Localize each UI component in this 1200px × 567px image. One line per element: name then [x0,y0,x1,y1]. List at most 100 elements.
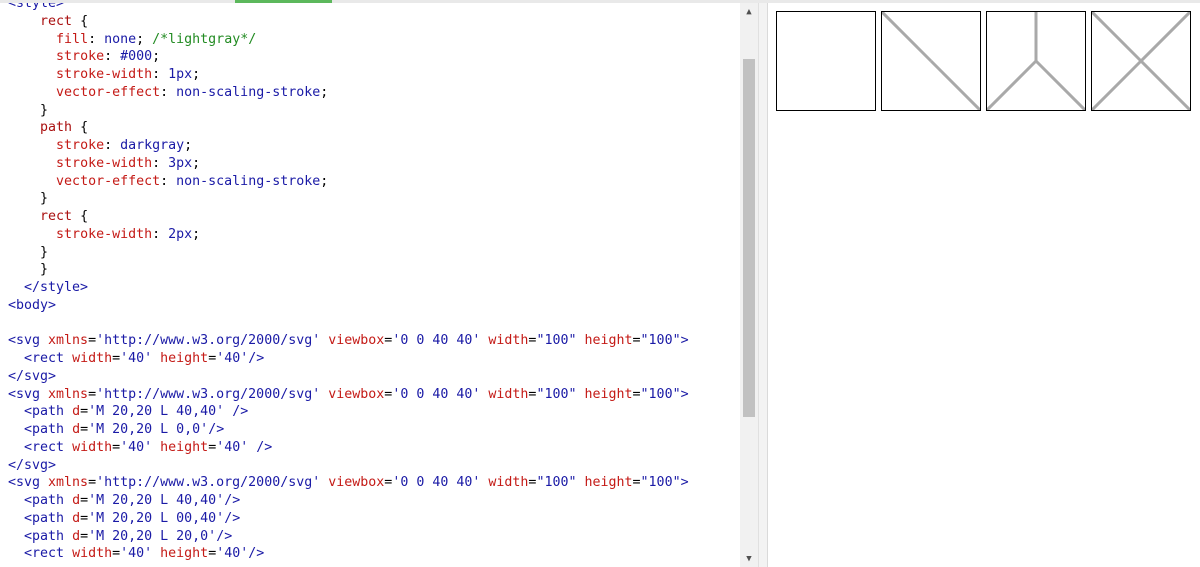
code-token: "100" [536,475,577,491]
code-token: stroke [56,138,105,153]
code-token: height [160,351,209,366]
code-token: width [488,386,529,402]
code-token: </style> [24,280,89,295]
code-token: ; [152,49,161,65]
code-token: d [72,510,81,526]
code-token: /> [248,546,265,562]
code-token: stroke-width [56,155,153,171]
code-token: stroke-width [56,226,153,242]
code-token: <svg [8,333,49,349]
code-line: stroke-width: 3px; [8,155,689,173]
code-token: "100" [640,386,681,402]
code-token: </svg> [8,457,57,473]
code-token: = [80,493,89,508]
preview-svg-4 [1091,11,1191,111]
code-token: 'M 20,20 L 0,0' [88,422,209,437]
code-line: path { [8,119,689,137]
code-line: stroke: darkgray; [8,137,689,155]
code-token: fill [56,31,89,47]
code-token: = [80,510,89,526]
scroll-down-arrow-icon[interactable]: ▼ [740,550,758,567]
code-token: width [488,333,529,349]
preview-path [1091,11,1141,61]
code-token: height [584,333,633,349]
editor-scrollbar[interactable]: ▲ ▼ [740,3,758,567]
code-token: d [72,422,81,437]
scroll-up-arrow-icon[interactable]: ▲ [740,3,758,20]
code-token: : [160,173,177,189]
preview-path [1036,61,1086,111]
code-token: '40' [216,351,249,366]
code-token: xmlns [48,475,89,491]
preview-svg-2 [881,11,981,111]
code-line: <svg xmlns='http://www.w3.org/2000/svg' … [8,474,689,492]
code-token: = [80,422,89,437]
code-token: </svg> [8,368,57,384]
code-token: "100" [640,475,681,491]
code-token: = [632,386,641,402]
code-token: height [160,546,209,562]
code-line: <style> [8,3,689,13]
code-token: <body> [8,297,57,313]
code-token: : [104,49,121,65]
pane-divider[interactable] [758,3,768,567]
code-token: /> [224,510,241,526]
code-token: > [680,475,689,491]
code-token: width [72,439,113,455]
code-token: darkgray [120,138,185,153]
code-token: <svg [8,386,49,402]
code-token: '40' [216,439,249,455]
preview-path [986,61,1036,111]
code-token: } [40,244,49,260]
code-token: > [680,386,689,402]
code-token: rect [40,13,73,29]
code-token: '40' [120,351,153,366]
code-token: non-scaling-stroke [176,84,321,100]
code-token: { [72,120,89,136]
code-token: '40' [120,546,153,562]
preview-path [1091,61,1141,111]
code-token: = [88,333,97,349]
code-token: /> [224,493,241,508]
code-token: viewbox [328,386,385,402]
code-line: stroke-width: 2px; [8,226,689,244]
code-token: 'M 20,20 L 40,40' [88,493,225,508]
code-token: <path [24,493,73,508]
code-token: ; [192,155,201,171]
code-token: '0 0 40 40' [392,386,481,402]
code-token: rect [40,209,73,224]
code-token: : [104,138,121,153]
code-token: viewbox [328,475,385,491]
code-editor[interactable]: <style> rect { fill: none; /*lightgray*/… [0,3,740,567]
code-token: 'http://www.w3.org/2000/svg' [96,333,321,349]
code-token: = [80,404,89,420]
code-line: <rect width='40' height='40'/> [8,350,689,368]
code-token: non-scaling-stroke [176,173,321,189]
code-token: "100" [536,333,577,349]
code-token: /> [232,404,249,420]
code-line: <svg xmlns='http://www.w3.org/2000/svg' … [8,332,689,350]
code-token: = [112,546,121,562]
scrollbar-thumb[interactable] [743,59,755,417]
preview-path [1141,11,1191,61]
code-token: = [112,351,121,366]
code-token: 'http://www.w3.org/2000/svg' [96,386,321,402]
code-line: <path d='M 20,20 L 0,0'/> [8,421,689,439]
code-token: = [632,475,641,491]
code-line: } [8,244,689,262]
